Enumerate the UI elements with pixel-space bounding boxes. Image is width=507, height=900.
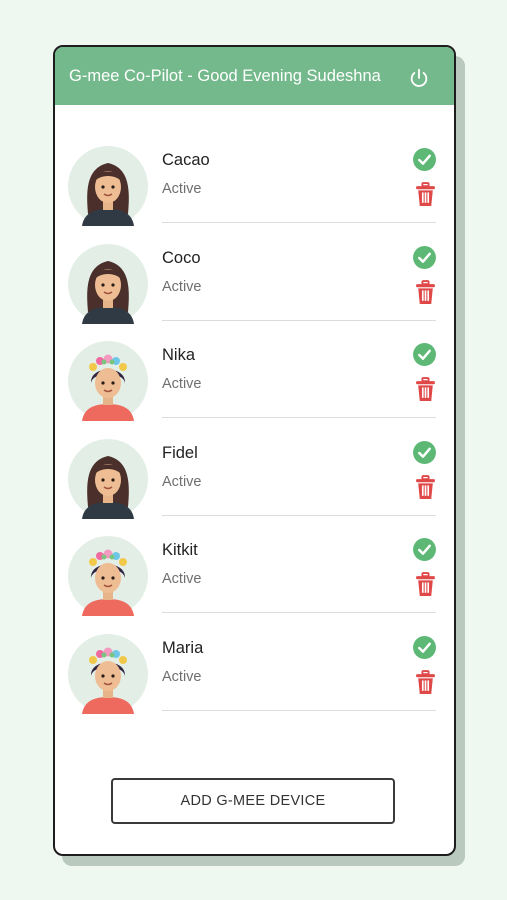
check-circle-icon[interactable] xyxy=(412,245,437,270)
device-name: Kitkit xyxy=(162,541,198,559)
device-status: Active xyxy=(162,181,202,197)
divider xyxy=(162,222,436,223)
trash-icon[interactable] xyxy=(415,475,436,500)
divider xyxy=(162,514,436,516)
device-row: Kitkit Active xyxy=(55,536,454,634)
check-circle-icon[interactable] xyxy=(412,635,437,660)
power-icon[interactable] xyxy=(408,67,430,89)
avatar xyxy=(68,634,148,714)
device-name: Fidel xyxy=(162,443,198,462)
check-circle-icon[interactable] xyxy=(412,342,437,367)
device-row: Fidel Active xyxy=(55,439,454,537)
add-device-button[interactable]: ADD G-MEE DEVICE xyxy=(111,778,395,824)
trash-icon[interactable] xyxy=(415,572,436,597)
device-name: Nika xyxy=(162,346,196,364)
divider xyxy=(162,417,436,418)
device-name: Maria xyxy=(162,638,204,657)
avatar xyxy=(68,146,148,226)
trash-icon[interactable] xyxy=(415,280,436,305)
device-status: Active xyxy=(162,473,202,490)
device-name: Coco xyxy=(162,248,201,267)
divider xyxy=(162,319,436,321)
device-status: Active xyxy=(162,668,202,685)
device-list: Cacao Active Coco Active Nika Active Fid… xyxy=(55,146,454,731)
avatar xyxy=(68,439,148,519)
trash-icon[interactable] xyxy=(415,670,436,695)
check-circle-icon[interactable] xyxy=(412,147,437,172)
device-status: Active xyxy=(162,376,202,392)
device-status: Active xyxy=(162,278,202,295)
trash-icon[interactable] xyxy=(415,377,436,402)
check-circle-icon[interactable] xyxy=(412,440,437,465)
check-circle-icon[interactable] xyxy=(412,537,437,562)
header-title: G-mee Co-Pilot - Good Evening Sudeshna xyxy=(69,66,381,85)
device-status: Active xyxy=(162,571,202,587)
device-row: Cacao Active xyxy=(55,146,454,244)
trash-icon[interactable] xyxy=(415,182,436,207)
avatar xyxy=(68,536,148,616)
device-row: Coco Active xyxy=(55,244,454,342)
device-row: Nika Active xyxy=(55,341,454,439)
divider xyxy=(162,612,436,613)
app-header: G-mee Co-Pilot - Good Evening Sudeshna xyxy=(55,47,454,105)
avatar xyxy=(68,244,148,324)
device-row: Maria Active xyxy=(55,634,454,732)
device-name: Cacao xyxy=(162,151,210,169)
avatar xyxy=(68,341,148,421)
divider xyxy=(162,709,436,711)
devices-card: G-mee Co-Pilot - Good Evening Sudeshna C… xyxy=(53,45,456,856)
